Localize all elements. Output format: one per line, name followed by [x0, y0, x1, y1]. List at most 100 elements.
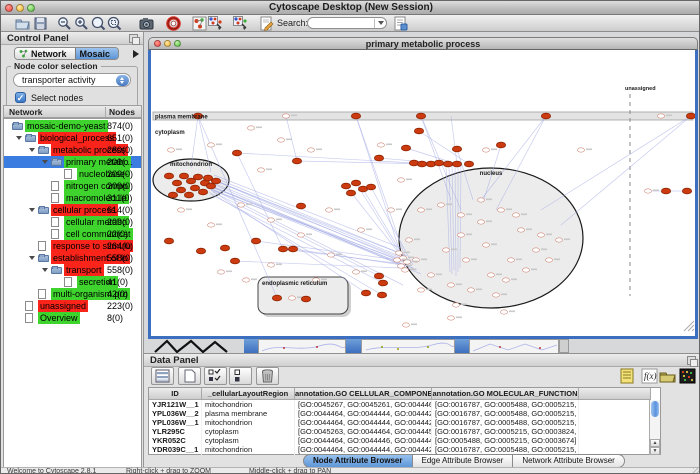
- node[interactable]: [178, 208, 185, 212]
- node[interactable]: [361, 290, 370, 296]
- node[interactable]: [452, 146, 461, 152]
- node[interactable]: [308, 148, 315, 152]
- zoom-fit-icon[interactable]: [91, 16, 106, 31]
- node[interactable]: [193, 174, 202, 180]
- node[interactable]: [438, 203, 445, 207]
- node[interactable]: [418, 208, 425, 212]
- node[interactable]: [258, 168, 265, 172]
- node[interactable]: [211, 178, 220, 184]
- node[interactable]: [301, 296, 310, 302]
- node[interactable]: [428, 273, 435, 277]
- node[interactable]: [230, 258, 239, 264]
- table-cell[interactable]: YJR121W__1: [149, 400, 202, 409]
- node[interactable]: [353, 270, 360, 274]
- node[interactable]: [658, 114, 665, 118]
- node[interactable]: [404, 260, 411, 264]
- node[interactable]: [414, 128, 423, 134]
- node[interactable]: [377, 292, 386, 298]
- node[interactable]: [374, 273, 383, 279]
- background-window-frame[interactable]: [244, 339, 258, 353]
- open-attributes-icon[interactable]: [659, 368, 676, 384]
- table-cell[interactable]: YPL036W__2: [149, 409, 202, 418]
- table-cell[interactable]: cytoplasm: [202, 436, 295, 445]
- table-cell[interactable]: YKR052C: [149, 436, 202, 445]
- node[interactable]: [176, 187, 185, 193]
- node[interactable]: [351, 180, 360, 186]
- node[interactable]: [418, 288, 425, 292]
- node[interactable]: [452, 161, 461, 167]
- node[interactable]: [443, 248, 450, 252]
- snapshot-icon[interactable]: [139, 16, 154, 31]
- node[interactable]: [243, 278, 250, 282]
- node[interactable]: [378, 143, 385, 147]
- attribute-table[interactable]: ID_cellularLayoutRegionannotation.GO CEL…: [148, 387, 661, 455]
- node[interactable]: [288, 246, 297, 252]
- node[interactable]: [518, 228, 525, 232]
- scrollbar-thumb[interactable]: [651, 401, 659, 417]
- node[interactable]: [501, 310, 508, 314]
- node[interactable]: [403, 323, 410, 327]
- node[interactable]: [220, 245, 229, 251]
- node[interactable]: [478, 220, 485, 224]
- table-cell[interactable]: plasma membrane: [202, 409, 295, 418]
- node[interactable]: [468, 288, 475, 292]
- attribute-grid-icon[interactable]: [229, 367, 252, 385]
- tree-expander-icon[interactable]: [42, 268, 48, 272]
- view-resize-grip[interactable]: [692, 329, 694, 331]
- attribute-table-icon[interactable]: [151, 367, 174, 385]
- node[interactable]: [168, 192, 177, 198]
- node[interactable]: [179, 173, 188, 179]
- tree-row[interactable]: primary metabo209(...: [4, 156, 142, 168]
- network-tree[interactable]: mosaic-demo-yeast874(0)biological_proces…: [3, 118, 142, 474]
- column-header[interactable]: annotation.GO CELLULAR_COMPONENT: [295, 388, 432, 400]
- node[interactable]: [463, 258, 470, 262]
- node[interactable]: [402, 268, 409, 272]
- resize-grip[interactable]: [693, 468, 700, 474]
- node[interactable]: [251, 238, 260, 244]
- zoom-selected-icon[interactable]: [107, 16, 122, 31]
- tab-scroll-right-icon[interactable]: [133, 50, 139, 58]
- table-cell[interactable]: YDR039C__1: [149, 445, 202, 454]
- node[interactable]: [556, 238, 563, 242]
- attribute-browser-tab[interactable]: Node Attribute Browser: [303, 454, 413, 468]
- table-cell[interactable]: [GO:0044464, GO:0044444, GO:0044425, G..…: [295, 418, 432, 427]
- matrix-view-icon[interactable]: [679, 368, 696, 384]
- node[interactable]: [443, 161, 452, 167]
- node[interactable]: [232, 150, 241, 156]
- node[interactable]: [190, 185, 199, 191]
- search-input[interactable]: [312, 18, 370, 28]
- attribute-browser-tab[interactable]: Network Attribute Browser: [513, 454, 624, 468]
- node[interactable]: [208, 143, 215, 147]
- node[interactable]: [346, 190, 355, 196]
- table-row[interactable]: YJR121W__1mitochondrion[GO:0045267, GO:0…: [149, 400, 660, 409]
- node[interactable]: [366, 184, 375, 190]
- tree-row[interactable]: metabolic process280(0): [4, 144, 142, 156]
- float-panel-icon[interactable]: [129, 34, 138, 43]
- node[interactable]: [196, 248, 205, 254]
- node[interactable]: [416, 113, 425, 119]
- table-cell[interactable]: [GO:0016787, GO:0005488, GO:0005215, G..…: [432, 409, 579, 418]
- node[interactable]: [661, 188, 670, 194]
- tree-row[interactable]: cellular metabo209(0): [4, 216, 142, 228]
- node[interactable]: [458, 213, 465, 217]
- node[interactable]: [296, 203, 305, 209]
- table-row[interactable]: YKR052Ccytoplasm[GO:0044464, GO:0044446,…: [149, 436, 660, 445]
- tree-row[interactable]: secretion41(0): [4, 276, 142, 288]
- node[interactable]: [272, 295, 281, 301]
- help-ring-icon[interactable]: [166, 16, 181, 31]
- table-cell[interactable]: mitochondrion: [202, 400, 295, 409]
- tree-row[interactable]: Overview8(0): [4, 312, 142, 324]
- select-nodes-checkbox[interactable]: ✓: [15, 92, 26, 103]
- node[interactable]: [483, 243, 490, 247]
- open-file-icon[interactable]: [15, 16, 30, 31]
- import-note-icon[interactable]: [619, 368, 636, 384]
- node[interactable]: [198, 189, 207, 195]
- node[interactable]: [538, 233, 545, 237]
- background-window-frame[interactable]: [346, 339, 361, 353]
- network-view-window[interactable]: primary metabolic process plasma membran…: [148, 37, 698, 339]
- node[interactable]: [172, 180, 181, 186]
- table-row[interactable]: YPL036W__2plasma membrane[GO:0044464, GO…: [149, 409, 660, 418]
- table-cell[interactable]: YLR295C: [149, 427, 202, 436]
- tree-row[interactable]: establishment of lo558(0): [4, 252, 142, 264]
- tab-network[interactable]: Network: [15, 48, 75, 59]
